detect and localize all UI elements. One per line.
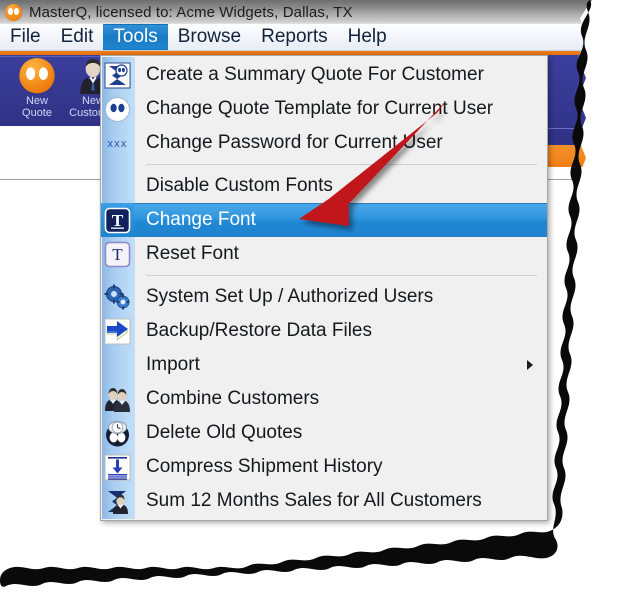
menu-item-combine-customers[interactable]: Combine Customers (101, 382, 547, 416)
screenshot-root: MasterQ, licensed to: Acme Widgets, Dall… (0, 0, 625, 595)
menubar-label: File (10, 26, 41, 47)
menu-item-label: Change Font (146, 209, 256, 230)
menu-item-compress-shipment-history[interactable]: Compress Shipment History (101, 450, 547, 484)
menu-item-label: Delete Old Quotes (146, 422, 303, 443)
svg-text:xxx: xxx (107, 138, 127, 150)
menu-item-disable-custom-fonts[interactable]: Disable Custom Fonts (101, 169, 547, 203)
menu-item-label: Import (146, 354, 200, 375)
tools-dropdown-menu: Create a Summary Quote For Customer Chan… (100, 55, 548, 521)
menu-item-label: System Set Up / Authorized Users (146, 286, 434, 307)
menu-item-label: Compress Shipment History (146, 456, 383, 477)
menu-item-label: Sum 12 Months Sales for All Customers (146, 490, 482, 511)
menu-item-label: Change Password for Current User (146, 132, 443, 153)
menu-item-sum-12-months-sales[interactable]: Sum 12 Months Sales for All Customers (101, 484, 547, 518)
chevron-right-icon (527, 360, 533, 370)
menu-bar: File Edit Tools Browse Reports Help (0, 24, 600, 51)
svg-text:T: T (112, 211, 124, 230)
menu-item-change-password[interactable]: xxx Change Password for Current User (101, 126, 547, 160)
menubar-item-edit[interactable]: Edit (51, 24, 104, 50)
menu-item-system-setup[interactable]: System Set Up / Authorized Users (101, 280, 547, 314)
menubar-label: Help (347, 26, 387, 47)
toolbar-button-new-quote[interactable]: New Quote (6, 57, 68, 119)
toolbar-background-right (548, 55, 600, 145)
menu-item-reset-font[interactable]: T Reset Font (101, 237, 547, 271)
quote-bubble-icon (5, 3, 22, 21)
title-bar: MasterQ, licensed to: Acme Widgets, Dall… (0, 0, 600, 24)
menu-item-label: Combine Customers (146, 388, 320, 409)
menu-item-label: Disable Custom Fonts (146, 175, 333, 196)
menu-item-import[interactable]: Import (101, 348, 547, 382)
menubar-item-browse[interactable]: Browse (168, 24, 251, 50)
blue-arrow-icon (101, 314, 134, 348)
quote-bubble-icon (19, 57, 55, 94)
hourglass-person-icon (101, 58, 134, 92)
font-t-outline-icon: T (101, 237, 134, 271)
menu-separator (101, 271, 547, 280)
gears-icon (101, 280, 134, 314)
window-title: MasterQ, licensed to: Acme Widgets, Dall… (29, 3, 353, 21)
svg-text:T: T (112, 245, 123, 264)
menu-item-label: Backup/Restore Data Files (146, 320, 372, 341)
menubar-item-tools[interactable]: Tools (103, 24, 168, 50)
menubar-label: Reports (261, 26, 328, 47)
hourglass-person-icon (101, 484, 134, 518)
menubar-item-help[interactable]: Help (338, 24, 397, 50)
menu-item-create-summary-quote[interactable]: Create a Summary Quote For Customer (101, 58, 547, 92)
menubar-label: Edit (60, 26, 94, 47)
menu-item-change-quote-template[interactable]: Change Quote Template for Current User (101, 92, 547, 126)
toolbar-orange-band (548, 145, 600, 167)
menubar-label: Tools (113, 26, 158, 47)
font-t-filled-icon: T (101, 203, 134, 237)
password-xxx-icon: xxx (101, 126, 134, 160)
menu-item-label: Create a Summary Quote For Customer (146, 64, 484, 85)
label-line-1: New (25, 95, 48, 108)
menu-separator (101, 160, 547, 169)
menu-item-delete-old-quotes[interactable]: Delete Old Quotes (101, 416, 547, 450)
menu-item-change-font[interactable]: T Change Font (101, 203, 547, 237)
menubar-item-file[interactable]: File (0, 24, 51, 50)
no-icon (101, 169, 134, 203)
compress-arrow-icon (101, 450, 134, 484)
quote-bubble-icon (101, 92, 134, 126)
menubar-label: Browse (177, 26, 242, 47)
menu-item-label: Change Quote Template for Current User (146, 98, 494, 119)
clock-ball-icon (101, 416, 134, 450)
menu-item-backup-restore[interactable]: Backup/Restore Data Files (101, 314, 547, 348)
two-people-icon (101, 382, 134, 416)
no-icon (101, 348, 134, 382)
menu-item-label: Reset Font (146, 243, 239, 264)
menubar-item-reports[interactable]: Reports (251, 24, 338, 50)
label-line-2: Quote (22, 107, 52, 119)
toolbar-divider-right (548, 128, 600, 129)
toolbar-button-label: New Quote (6, 95, 68, 119)
